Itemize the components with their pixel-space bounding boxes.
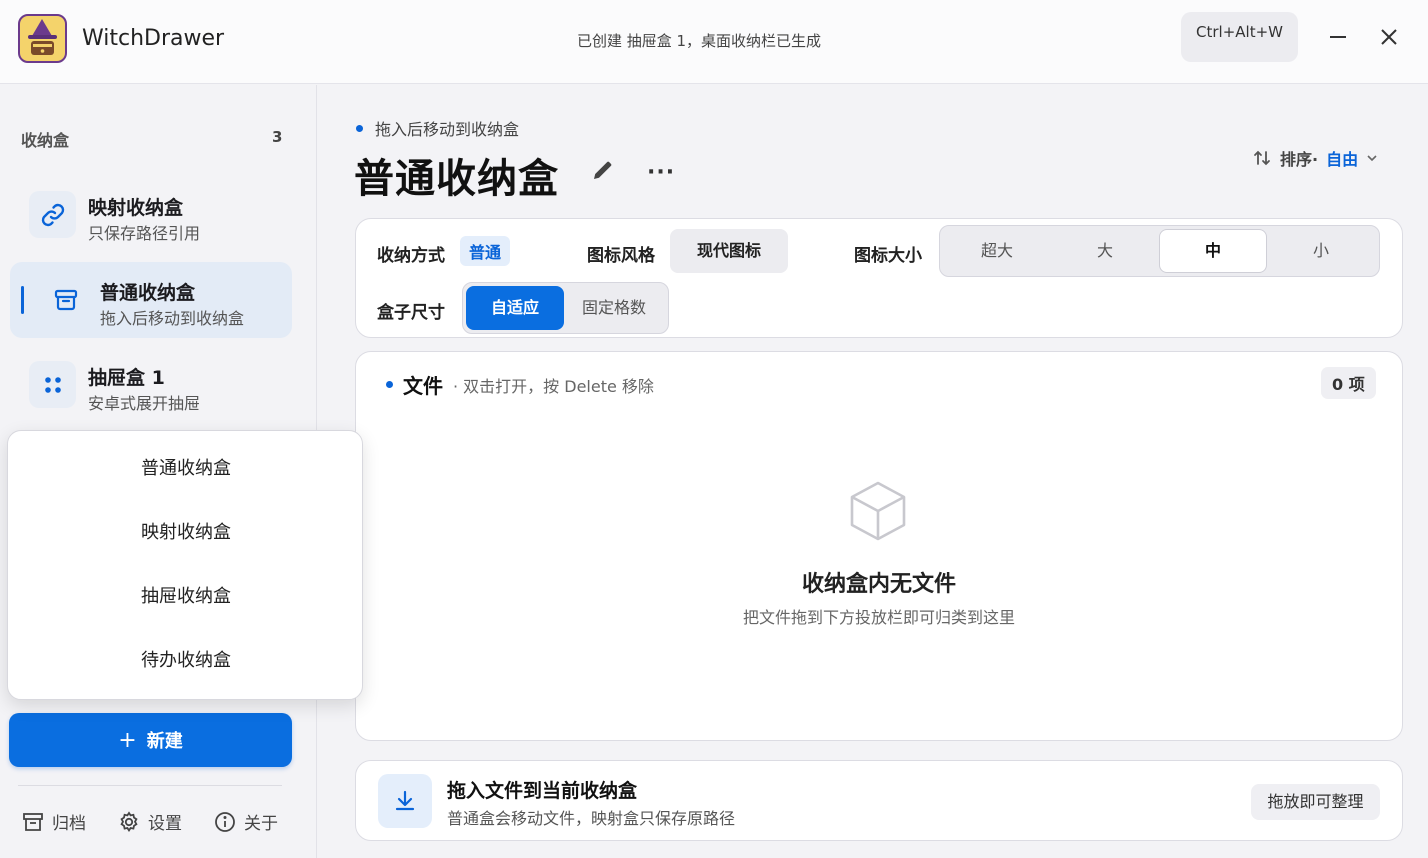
archive-button[interactable]: 归档 — [22, 809, 86, 834]
box-subtitle-text: 拖入后移动到收纳盒 — [375, 120, 520, 139]
minimize-icon — [1330, 36, 1346, 38]
menu-item-drawer-box[interactable]: 抽屉收纳盒 — [8, 573, 364, 621]
sidebar-item-desc: 只保存路径引用 — [88, 224, 201, 243]
menu-item-normal-box[interactable]: 普通收纳盒 — [8, 445, 364, 493]
chevron-down-icon — [1367, 155, 1377, 162]
grid-dots-icon — [29, 361, 76, 408]
files-header: 文件 · 双击打开，按 Delete 移除 — [386, 370, 654, 399]
status-dot — [356, 124, 363, 132]
icon-size-segmented: 超大 大 中 小 — [939, 225, 1380, 277]
icon-style-selector[interactable]: 现代图标 — [670, 229, 788, 273]
icon-size-small[interactable]: 小 — [1267, 229, 1375, 273]
sort-dropdown[interactable]: 排序· 自由 — [1252, 146, 1378, 170]
plus-icon: + — [118, 727, 137, 753]
close-button[interactable] — [1374, 22, 1404, 52]
files-hint: · 双击打开，按 Delete 移除 — [453, 376, 654, 396]
sidebar-divider — [18, 785, 282, 786]
icon-size-medium[interactable]: 中 — [1159, 229, 1267, 273]
pencil-icon — [594, 161, 612, 179]
box-count: 3 — [272, 128, 283, 146]
sort-icon — [1254, 150, 1270, 166]
new-box-button[interactable]: + 新建 — [9, 713, 292, 767]
title-bar: WitchDrawer 已创建 抽屉盒 1，桌面收纳栏已生成 Ctrl+Alt+… — [0, 0, 1428, 84]
download-icon — [378, 774, 432, 828]
sort-value: 自由 — [1326, 150, 1359, 169]
menu-item-mapping-box[interactable]: 映射收纳盒 — [8, 509, 364, 557]
drop-zone-subtitle: 普通盒会移动文件，映射盒只保存原路径 — [447, 809, 736, 828]
storage-mode-tag: 普通 — [460, 236, 511, 266]
about-label: 关于 — [244, 814, 278, 834]
icon-size-large[interactable]: 大 — [1051, 229, 1159, 273]
link-icon — [29, 191, 76, 238]
sort-label: 排序· — [1280, 150, 1319, 169]
icon-size-xlarge[interactable]: 超大 — [943, 229, 1051, 273]
box-options-panel: 收纳方式 普通 图标风格 现代图标 图标大小 超大 大 中 小 盒子尺寸 自适应… — [355, 218, 1403, 338]
cube-icon — [848, 480, 908, 546]
new-button-label: 新建 — [146, 731, 183, 752]
files-panel: 文件 · 双击打开，按 Delete 移除 0 项 收纳盒内无文件 把文件拖到下… — [355, 351, 1403, 741]
gear-icon — [120, 810, 138, 832]
sidebar-item-name: 映射收纳盒 — [88, 197, 184, 219]
menu-item-todo-box[interactable]: 待办收纳盒 — [8, 637, 364, 685]
drop-zone-title: 拖入文件到当前收纳盒 — [447, 780, 638, 802]
storage-mode-label: 收纳方式 — [377, 246, 445, 266]
sidebar-item-normal-box[interactable]: 普通收纳盒 拖入后移动到收纳盒 — [10, 262, 292, 338]
file-count-badge: 0 项 — [1321, 367, 1376, 399]
box-size-adaptive[interactable]: 自适应 — [466, 286, 564, 330]
box-subtitle: 拖入后移动到收纳盒 — [356, 116, 519, 140]
page-title: 普通收纳盒 — [354, 156, 559, 202]
new-box-type-menu: 普通收纳盒 映射收纳盒 抽屉收纳盒 待办收纳盒 — [7, 430, 363, 700]
archive-icon — [23, 812, 43, 831]
empty-state-subtitle: 把文件拖到下方投放栏即可归类到这里 — [742, 608, 1015, 627]
info-icon — [215, 811, 235, 832]
settings-label: 设置 — [148, 814, 182, 834]
settings-button[interactable]: 设置 — [118, 809, 182, 834]
drop-zone-chip: 拖放即可整理 — [1251, 784, 1380, 820]
box-size-fixed-grid[interactable]: 固定格数 — [564, 286, 664, 330]
sidebar-item-name: 普通收纳盒 — [100, 282, 196, 304]
sidebar-item-drawer-box[interactable]: 抽屉盒 1 安卓式展开抽屉 — [10, 347, 292, 423]
icon-size-label: 图标大小 — [854, 246, 922, 266]
drop-zone[interactable]: 拖入文件到当前收纳盒 普通盒会移动文件，映射盒只保存原路径 拖放即可整理 — [355, 760, 1403, 841]
sidebar-item-desc: 安卓式展开抽屉 — [88, 394, 201, 413]
sidebar-header: 收纳盒 — [21, 131, 70, 150]
section-dot — [386, 381, 393, 388]
sidebar-item-mapping-box[interactable]: 映射收纳盒 只保存路径引用 — [10, 177, 292, 253]
close-icon — [1381, 29, 1397, 45]
box-size-segmented: 自适应 固定格数 — [462, 282, 669, 334]
more-options-button[interactable]: ··· — [647, 160, 675, 185]
box-size-label: 盒子尺寸 — [377, 303, 445, 323]
sidebar-item-desc: 拖入后移动到收纳盒 — [100, 309, 245, 328]
files-title: 文件 — [403, 374, 443, 398]
archive-label: 归档 — [52, 814, 86, 834]
about-button[interactable]: 关于 — [214, 809, 278, 834]
archive-box-icon — [42, 276, 89, 323]
edit-button[interactable] — [591, 158, 615, 186]
empty-state-title: 收纳盒内无文件 — [801, 572, 956, 597]
minimize-button[interactable] — [1323, 22, 1353, 52]
active-indicator — [21, 286, 24, 314]
shortcut-badge[interactable]: Ctrl+Alt+W — [1181, 12, 1298, 62]
sidebar-item-name: 抽屉盒 1 — [88, 367, 165, 389]
icon-style-label: 图标风格 — [587, 246, 655, 266]
